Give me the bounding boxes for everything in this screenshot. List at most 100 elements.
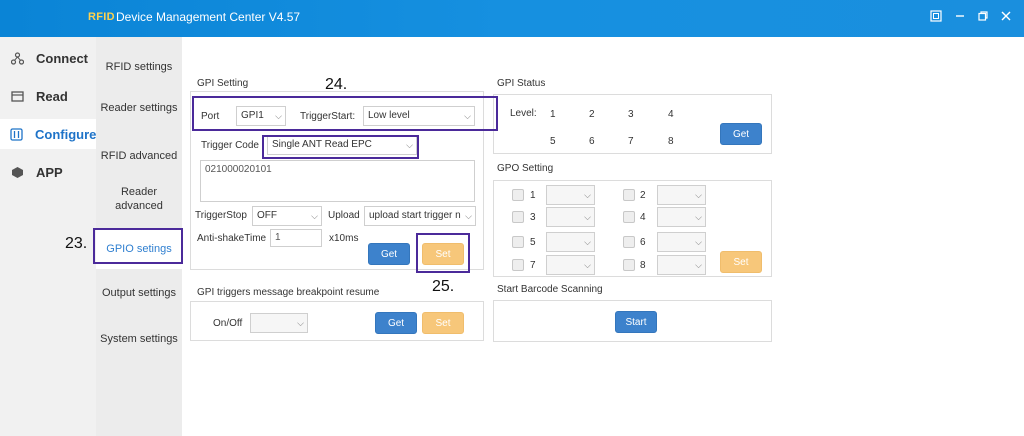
- gpo-1-checkbox[interactable]: [512, 189, 524, 201]
- annotation-number-23: 23.: [65, 235, 88, 252]
- chevron-down-icon: ⌵: [584, 212, 591, 222]
- barcode-title: Start Barcode Scanning: [497, 284, 603, 295]
- gpo-7-select[interactable]: ⌵: [546, 255, 595, 275]
- nav-label: Read: [36, 88, 68, 104]
- upload-select[interactable]: upload start trigger n ⌵: [364, 206, 476, 226]
- gpo-setting-title: GPO Setting: [497, 163, 554, 174]
- gpo-1-select[interactable]: ⌵: [546, 185, 595, 205]
- minimize-icon[interactable]: [952, 10, 968, 26]
- read-icon: [10, 89, 24, 103]
- gpi-get-button[interactable]: Get: [368, 243, 410, 265]
- gpo-2-checkbox[interactable]: [623, 189, 635, 201]
- gpi-setting-title: GPI Setting: [197, 78, 249, 89]
- gpo-5-select[interactable]: ⌵: [546, 232, 595, 252]
- onoff-select[interactable]: ⌵: [250, 313, 308, 333]
- gpo-2-select[interactable]: ⌵: [657, 185, 706, 205]
- chevron-down-icon: ⌵: [297, 318, 304, 328]
- onoff-label: On/Off: [213, 318, 243, 329]
- gpo-3-label: 3: [530, 212, 536, 223]
- gpo-7-label: 7: [530, 260, 536, 271]
- gpo-6-label: 6: [640, 237, 646, 248]
- nav-item-read[interactable]: Read: [0, 81, 96, 111]
- subnav-rfid-settings[interactable]: RFID settings: [96, 60, 182, 74]
- gpo-5-label: 5: [530, 237, 536, 248]
- chevron-down-icon: ⌵: [695, 260, 702, 270]
- subnav-label: Reader: [120, 186, 158, 198]
- upload-label: Upload: [328, 210, 360, 221]
- gpo-8-label: 8: [640, 260, 646, 271]
- subnav-output-settings[interactable]: Output settings: [96, 286, 182, 300]
- gpo-4-select[interactable]: ⌵: [657, 207, 706, 227]
- antishake-input[interactable]: 1: [270, 229, 322, 247]
- app-window: RFID Device Management Center V4.57 Conn…: [0, 0, 1024, 436]
- annotation-number-24: 24.: [325, 76, 348, 93]
- chevron-down-icon: ⌵: [584, 237, 591, 247]
- nav-item-connect[interactable]: Connect: [0, 43, 96, 73]
- breakpoint-get-button[interactable]: Get: [375, 312, 417, 334]
- trigger-code-label: Trigger Code: [201, 140, 259, 151]
- window-title: Device Management Center V4.57: [116, 10, 301, 24]
- nav-item-app[interactable]: APP: [0, 157, 96, 187]
- upload-value: upload start trigger n: [369, 210, 461, 221]
- subnav-rfid-advanced[interactable]: RFID advanced: [96, 149, 182, 163]
- trigger-code-textarea[interactable]: 021000020101: [200, 160, 475, 202]
- subnav-reader-advanced[interactable]: Reader advanced: [96, 185, 182, 213]
- chevron-down-icon: ⌵: [584, 260, 591, 270]
- gpo-8-select[interactable]: ⌵: [657, 255, 706, 275]
- gpo-6-checkbox[interactable]: [623, 236, 635, 248]
- nav-label: Connect: [36, 50, 88, 66]
- annotation-box-trigger-code: [262, 135, 419, 159]
- level-4: 4: [668, 109, 674, 120]
- level-1: 1: [550, 109, 556, 120]
- chevron-down-icon: ⌵: [695, 212, 702, 222]
- gpi-status-title: GPI Status: [497, 78, 546, 89]
- gpo-4-label: 4: [640, 212, 646, 223]
- configure-icon: [10, 127, 23, 141]
- subnav-label: advanced: [115, 200, 163, 212]
- gpi-status-get-button[interactable]: Get: [720, 123, 762, 145]
- level-3: 3: [628, 109, 634, 120]
- nav-label: APP: [36, 164, 63, 180]
- breakpoint-title: GPI triggers message breakpoint resume: [197, 287, 380, 298]
- connect-icon: [10, 51, 24, 65]
- app-logo: RFID: [88, 11, 115, 23]
- trigger-stop-select[interactable]: OFF ⌵: [252, 206, 322, 226]
- barcode-start-button[interactable]: Start: [615, 311, 657, 333]
- gpo-1-label: 1: [530, 190, 536, 201]
- nav-label: Configure: [35, 126, 97, 142]
- chevron-down-icon: ⌵: [695, 190, 702, 200]
- nav-item-configure[interactable]: Configure: [0, 119, 96, 149]
- antishake-label: Anti-shakeTime: [197, 233, 267, 244]
- gpo-3-checkbox[interactable]: [512, 211, 524, 223]
- subnav-reader-settings[interactable]: Reader settings: [96, 101, 182, 115]
- chevron-down-icon: ⌵: [584, 190, 591, 200]
- code-text: 021000020101: [205, 164, 272, 175]
- gpo-3-select[interactable]: ⌵: [546, 207, 595, 227]
- level-8: 8: [668, 136, 674, 147]
- restore-icon[interactable]: [975, 10, 991, 26]
- annotation-box-25: [416, 233, 470, 273]
- gpo-8-checkbox[interactable]: [623, 259, 635, 271]
- gpo-7-checkbox[interactable]: [512, 259, 524, 271]
- annotation-box-24: [192, 96, 498, 131]
- level-label: Level:: [510, 108, 537, 119]
- gpo-set-button[interactable]: Set: [720, 251, 762, 273]
- antishake-value: 1: [275, 232, 281, 243]
- level-6: 6: [589, 136, 595, 147]
- gpo-2-label: 2: [640, 190, 646, 201]
- breakpoint-set-button[interactable]: Set: [422, 312, 464, 334]
- subnav-system-settings[interactable]: System settings: [96, 332, 182, 346]
- gpo-5-checkbox[interactable]: [512, 236, 524, 248]
- level-5: 5: [550, 136, 556, 147]
- chevron-down-icon: ⌵: [311, 211, 318, 221]
- gpo-6-select[interactable]: ⌵: [657, 232, 706, 252]
- chevron-down-icon: ⌵: [465, 211, 472, 221]
- trigger-stop-value: OFF: [257, 210, 277, 221]
- level-7: 7: [628, 136, 634, 147]
- annotation-number-25: 25.: [432, 278, 455, 295]
- close-icon[interactable]: [998, 10, 1014, 26]
- trigger-stop-label: TriggerStop: [195, 210, 247, 221]
- app-icon: [10, 165, 24, 179]
- screenshot-icon[interactable]: [928, 10, 944, 26]
- gpo-4-checkbox[interactable]: [623, 211, 635, 223]
